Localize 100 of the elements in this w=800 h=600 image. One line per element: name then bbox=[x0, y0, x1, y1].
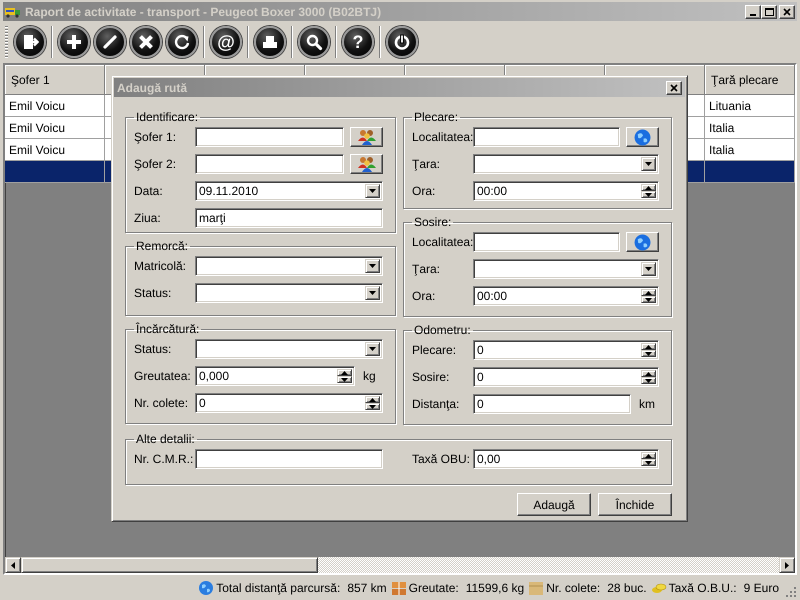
dropdown-button[interactable] bbox=[365, 259, 380, 273]
combo-box[interactable] bbox=[195, 339, 383, 359]
toolbar-button[interactable] bbox=[14, 26, 46, 58]
close-button[interactable] bbox=[666, 80, 682, 94]
dropdown-button[interactable] bbox=[365, 342, 380, 356]
spin-up-button[interactable] bbox=[641, 184, 656, 191]
field-label: Sosire: bbox=[412, 370, 450, 384]
text-field[interactable] bbox=[473, 232, 620, 252]
text-field[interactable]: marţi bbox=[195, 208, 383, 228]
spin-field[interactable]: 0 bbox=[473, 340, 659, 360]
power-icon bbox=[393, 32, 411, 50]
people-picker-button[interactable] bbox=[350, 154, 383, 174]
spin-down-button[interactable] bbox=[641, 191, 656, 198]
status-label: Nr. colete: bbox=[546, 580, 600, 594]
spin-up-button[interactable] bbox=[337, 369, 352, 376]
spin-up-button[interactable] bbox=[641, 289, 656, 296]
group-title: Remorcă: bbox=[135, 239, 190, 253]
spin-field[interactable]: 00:00 bbox=[473, 286, 659, 306]
field-label: Status: bbox=[134, 286, 172, 300]
group-title: Încărcătură: bbox=[134, 322, 200, 336]
dropdown-button[interactable] bbox=[641, 262, 656, 276]
people-icon bbox=[358, 156, 376, 172]
spin-down-button[interactable] bbox=[641, 350, 656, 357]
location-button[interactable] bbox=[626, 127, 659, 147]
close-icon bbox=[670, 84, 678, 92]
combo-box[interactable] bbox=[195, 256, 383, 276]
spin-down-button[interactable] bbox=[641, 377, 656, 384]
spin-up-button[interactable] bbox=[365, 396, 380, 403]
status-value: 11599,6 kg bbox=[466, 580, 524, 594]
combo-box[interactable] bbox=[473, 259, 659, 279]
text-field[interactable] bbox=[195, 449, 383, 469]
caret-icon bbox=[369, 189, 376, 193]
maximize-button[interactable] bbox=[761, 4, 777, 18]
scroll-right-button[interactable] bbox=[779, 557, 795, 573]
toolbar-button[interactable] bbox=[58, 26, 90, 58]
spin-field[interactable]: 0,00 bbox=[473, 449, 659, 469]
dropdown-button[interactable] bbox=[641, 157, 656, 171]
spin-field[interactable]: 0 bbox=[473, 367, 659, 387]
table-cell: Emil Voicu bbox=[5, 117, 105, 139]
toolbar-button[interactable] bbox=[386, 26, 418, 58]
globe-icon bbox=[198, 580, 214, 596]
field-label: Status: bbox=[134, 342, 172, 356]
text-field[interactable] bbox=[473, 127, 620, 147]
field-label: Taxă OBU: bbox=[412, 452, 472, 466]
toolbar-button[interactable] bbox=[94, 26, 126, 58]
field-label: Ora: bbox=[412, 289, 436, 303]
field-label: Nr. C.M.R.: bbox=[134, 452, 194, 466]
dialog-button[interactable]: Închide bbox=[598, 493, 672, 516]
status-label: Total distanţă parcursă: bbox=[216, 580, 340, 594]
spin-down-button[interactable] bbox=[641, 459, 656, 466]
pencil-icon bbox=[101, 32, 119, 50]
group-title: Plecare: bbox=[413, 110, 460, 124]
close-button[interactable] bbox=[779, 4, 795, 18]
spin-down-button[interactable] bbox=[641, 296, 656, 303]
scroll-left-button[interactable] bbox=[5, 557, 21, 573]
location-button[interactable] bbox=[626, 232, 659, 252]
toolbar-button[interactable] bbox=[298, 26, 330, 58]
field-label: Nr. colete: bbox=[134, 396, 190, 410]
combo-box[interactable] bbox=[195, 283, 383, 303]
group-title: Alte detalii: bbox=[135, 432, 196, 446]
toolbar-button[interactable] bbox=[254, 26, 286, 58]
dropdown-button[interactable] bbox=[365, 286, 380, 300]
column-header[interactable]: Şofer 1 bbox=[5, 65, 105, 95]
status-label: Greutate: bbox=[408, 580, 459, 594]
toolbar-button[interactable] bbox=[166, 26, 198, 58]
dialog-button[interactable]: Adaugă bbox=[517, 493, 591, 516]
people-icon bbox=[358, 129, 376, 145]
spin-down-button[interactable] bbox=[365, 403, 380, 410]
caret-icon bbox=[369, 291, 376, 295]
minimize-button[interactable] bbox=[745, 4, 761, 18]
text-field[interactable] bbox=[195, 154, 344, 174]
table-cell: Italia bbox=[705, 139, 795, 161]
up-arrow-icon bbox=[645, 186, 652, 190]
table-cell: Lituania bbox=[705, 95, 795, 117]
combo-box[interactable] bbox=[473, 154, 659, 174]
toolbar-button[interactable] bbox=[130, 26, 162, 58]
spin-down-button[interactable] bbox=[337, 376, 352, 383]
boxes-icon bbox=[390, 580, 407, 596]
people-picker-button[interactable] bbox=[350, 127, 383, 147]
toolbar-button[interactable]: ? bbox=[342, 26, 374, 58]
column-header[interactable]: Ţară plecare bbox=[705, 65, 795, 95]
spin-up-button[interactable] bbox=[641, 343, 656, 350]
field-label: Localitatea: bbox=[412, 130, 473, 144]
spin-field[interactable]: 0,000 bbox=[195, 366, 355, 386]
combo-box[interactable]: 09.11.2010 bbox=[195, 181, 383, 201]
spin-field[interactable]: 0 bbox=[195, 393, 383, 413]
up-arrow-icon bbox=[645, 290, 652, 294]
toolbar-button[interactable]: @ bbox=[210, 26, 242, 58]
spin-up-button[interactable] bbox=[641, 370, 656, 377]
unit-label: kg bbox=[362, 369, 377, 383]
spin-up-button[interactable] bbox=[641, 452, 656, 459]
status-label: Taxă O.B.U.: bbox=[668, 580, 737, 594]
spin-field[interactable]: 00:00 bbox=[473, 181, 659, 201]
dropdown-button[interactable] bbox=[365, 184, 380, 198]
text-field[interactable] bbox=[195, 127, 344, 147]
field-label: Data: bbox=[134, 184, 164, 198]
scroll-thumb[interactable] bbox=[21, 557, 318, 573]
field-label: Ţara: bbox=[412, 262, 442, 276]
text-field[interactable]: 0 bbox=[473, 394, 631, 414]
table-cell: Emil Voicu bbox=[5, 95, 105, 117]
